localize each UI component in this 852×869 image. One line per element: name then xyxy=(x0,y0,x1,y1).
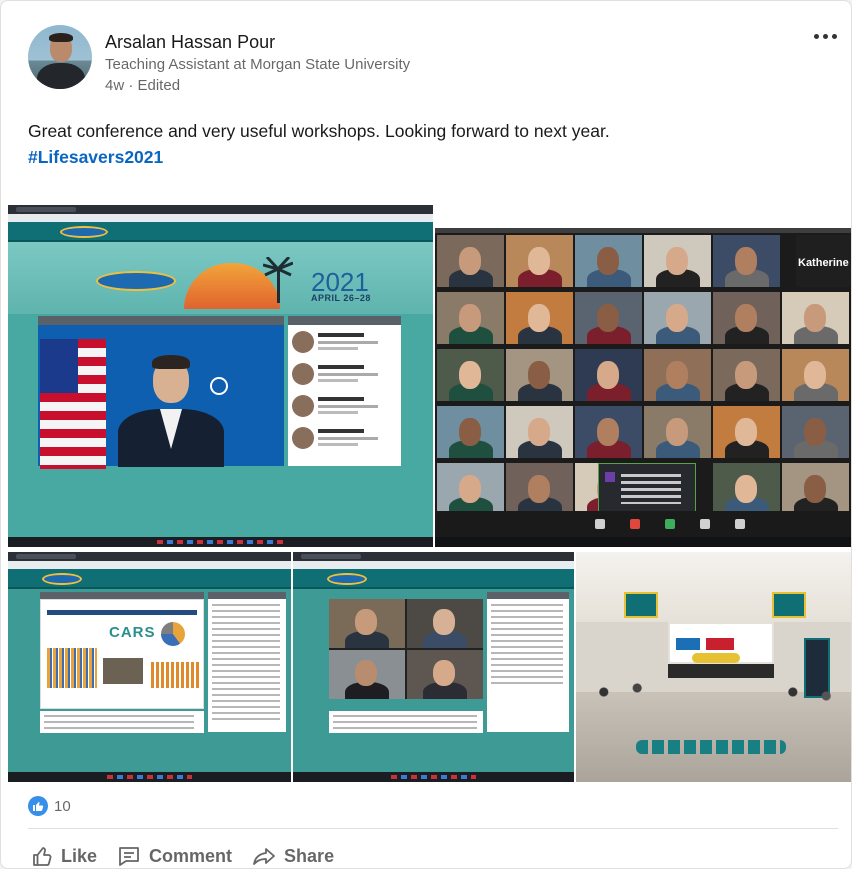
media-image-virtual-lobby[interactable] xyxy=(576,552,851,782)
share-label: Share xyxy=(284,845,335,866)
media-image-main-stage[interactable]: 2021 APRIL 26–28 xyxy=(8,205,433,547)
comment-label: Comment xyxy=(149,845,233,866)
hashtag-link[interactable]: #Lifesavers2021 xyxy=(28,144,163,170)
meeting-controls xyxy=(435,511,851,537)
share-arrow-icon xyxy=(253,848,275,865)
reaction-count: 10 xyxy=(54,797,71,815)
participant-tile xyxy=(506,463,573,515)
participant-tile xyxy=(437,463,504,515)
participant-tile xyxy=(575,406,642,458)
divider xyxy=(28,828,838,829)
participant-name-label: Katherine xyxy=(798,257,849,269)
presenters-panel xyxy=(288,316,401,466)
participant-tile xyxy=(506,292,573,344)
participant-tile xyxy=(644,406,711,458)
participant-tile xyxy=(437,406,504,458)
participant-tile xyxy=(437,292,504,344)
participant-tile xyxy=(437,349,504,401)
presentation-slide: CARS xyxy=(40,599,204,709)
conference-dates: APRIL 26–28 xyxy=(311,293,371,303)
post-text: Great conference and very useful worksho… xyxy=(28,118,828,170)
media-image-panel-discussion[interactable] xyxy=(293,552,574,782)
author-headline: Teaching Assistant at Morgan State Unive… xyxy=(105,56,411,73)
comment-button[interactable]: Comment xyxy=(117,839,233,868)
participant-tile xyxy=(437,235,504,287)
participant-tile xyxy=(713,235,780,287)
participant-tile xyxy=(713,463,780,515)
participant-tile xyxy=(644,235,711,287)
post-body: Great conference and very useful worksho… xyxy=(28,121,610,141)
lobby-nav-dock xyxy=(636,740,786,754)
comment-icon xyxy=(119,847,139,866)
like-button[interactable]: Like xyxy=(29,839,98,868)
slide-logo: CARS xyxy=(109,624,156,641)
participant-tile xyxy=(575,235,642,287)
like-label: Like xyxy=(61,845,98,866)
participant-tile xyxy=(506,235,573,287)
participant-tile xyxy=(644,292,711,344)
participant-tile xyxy=(782,406,849,458)
author-avatar[interactable] xyxy=(28,25,92,89)
thumbs-up-icon xyxy=(28,796,48,816)
participant-tile xyxy=(506,406,573,458)
participant-tile xyxy=(782,292,849,344)
flag-image xyxy=(40,339,106,469)
participant-tile xyxy=(506,349,573,401)
video-player xyxy=(38,316,284,469)
participant-tile xyxy=(782,349,849,401)
post-card: Arsalan Hassan Pour Teaching Assistant a… xyxy=(0,0,852,869)
participant-tile xyxy=(713,406,780,458)
participant-tile xyxy=(575,292,642,344)
participant-tile xyxy=(713,349,780,401)
participant-tile xyxy=(713,292,780,344)
post-timestamp: 4w · Edited xyxy=(105,77,181,94)
participant-tile xyxy=(575,349,642,401)
media-image-slide-session[interactable]: CARS xyxy=(8,552,291,782)
participant-tile xyxy=(644,349,711,401)
ellipsis-icon xyxy=(813,33,819,39)
author-name[interactable]: Arsalan Hassan Pour xyxy=(105,32,275,53)
post-actions: Like Comment Share xyxy=(29,839,354,868)
participant-tile xyxy=(782,463,849,515)
media-image-zoom-gallery[interactable]: Katherine xyxy=(435,205,851,547)
more-options-button[interactable] xyxy=(807,25,843,47)
speaker-grid xyxy=(329,599,483,699)
reactions-summary[interactable]: 10 xyxy=(28,795,71,817)
thumbs-up-outline-icon xyxy=(33,847,52,866)
share-button[interactable]: Share xyxy=(252,839,335,868)
